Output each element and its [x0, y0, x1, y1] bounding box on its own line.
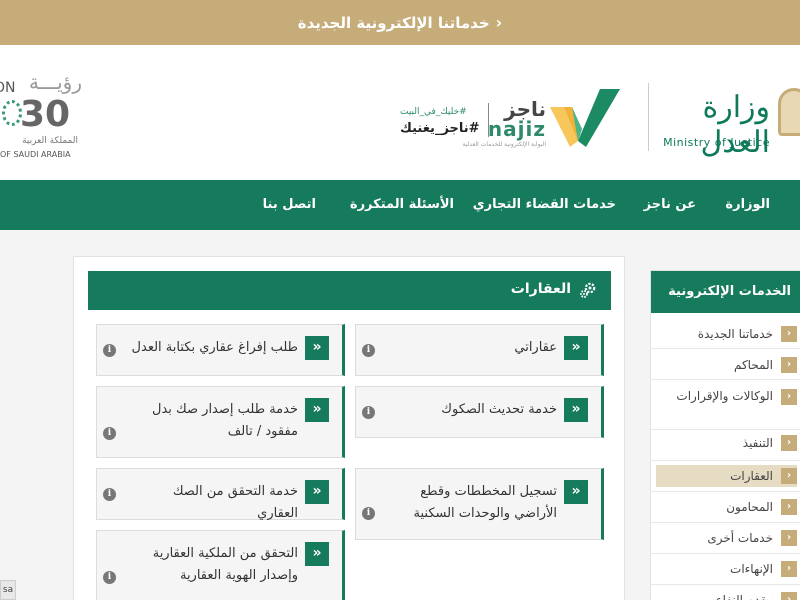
stay-home-tag: #خليك_في_البيت [400, 107, 467, 117]
sidebar-item-courts[interactable]: ‹ المحاكم [651, 349, 800, 380]
sidebar-item-defense[interactable]: ‹ مقدم النفاع [651, 585, 800, 600]
info-icon[interactable]: i [362, 406, 375, 419]
chevron-left-icon: ‹ [495, 13, 503, 32]
service-card-my-properties[interactable]: « عقاراتي i [355, 324, 604, 376]
service-card-property-transfer[interactable]: « طلب إفراغ عقاري بكتابة العدل i [96, 324, 345, 376]
sidebar-item-label: مقدم النفاع [715, 593, 773, 600]
e-services-sidebar: الخدمات الإلكترونية ‹ خدماتنا الجديدة ‹ … [650, 270, 800, 600]
service-card-label: عقاراتي [514, 340, 557, 355]
service-card-label: خدمة طلب إصدار صك بدل مفقود / تالف [152, 402, 298, 439]
nav-item-faq[interactable]: الأسئلة المتكررة [350, 180, 454, 230]
sidebar-item-label: الإنهاءات [730, 562, 773, 576]
site-header: وزارة العدل Ministry of Justice ناجز naj… [0, 45, 800, 180]
sidebar-item-agencies[interactable]: ‹ الوكالات والإقرارات [651, 380, 800, 430]
info-icon[interactable]: i [362, 507, 375, 520]
vision-emblem-icon [2, 100, 22, 126]
chevron-left-icon: ‹ [781, 468, 797, 484]
sidebar-item-label: المحاكم [733, 358, 773, 372]
vision-country-ar: المملكة العربية [22, 136, 78, 146]
info-icon[interactable]: i [103, 344, 116, 357]
real-estate-panel: العقارات « عقاراتي i « خدمة تحديث الصكوك… [73, 256, 625, 600]
double-chevron-icon: « [305, 542, 329, 566]
sidebar-item-real-estate[interactable]: ‹ العقارات [651, 461, 800, 492]
double-chevron-icon: « [564, 480, 588, 504]
service-card-label: تسجيل المخططات وقطع الأراضي والوحدات الس… [413, 484, 558, 521]
double-chevron-icon: « [305, 336, 329, 360]
panel-header: العقارات [88, 271, 611, 310]
logo-divider [648, 83, 649, 151]
panel-title: العقارات [510, 281, 571, 297]
info-icon[interactable]: i [103, 571, 116, 584]
sidebar-item-other-services[interactable]: ‹ خدمات أخرى [651, 523, 800, 554]
sidebar-item-execution[interactable]: ‹ التنفيذ [651, 430, 800, 461]
gears-icon [580, 282, 596, 298]
service-card-label: التحقق من الملكية العقارية وإصدار الهوية… [152, 546, 298, 583]
service-card-label: خدمة التحقق من الصك العقاري [172, 484, 298, 521]
moj-name-ar: وزارة العدل [700, 90, 771, 160]
service-card-label: خدمة تحديث الصكوك [441, 402, 557, 417]
nav-item-about-najiz[interactable]: عن ناجز [644, 180, 696, 230]
corner-badge[interactable]: sa [0, 580, 16, 600]
vision-word-en: ON [0, 80, 16, 96]
chevron-left-icon: ‹ [781, 326, 797, 342]
sidebar-item-lawyers[interactable]: ‹ المحامون [651, 492, 800, 523]
vision-word-ar: رؤيـــة [28, 70, 82, 94]
info-icon[interactable]: i [362, 344, 375, 357]
chevron-left-icon: ‹ [781, 499, 797, 515]
sidebar-item-label: العقارات [730, 469, 773, 483]
service-card-replacement-deed[interactable]: « خدمة طلب إصدار صك بدل مفقود / تالف i [96, 386, 345, 458]
najiz-subtitle: البوابة الإلكترونية للخدمات العدلية [462, 141, 546, 148]
service-card-verify-ownership[interactable]: « التحقق من الملكية العقارية وإصدار الهو… [96, 530, 345, 600]
double-chevron-icon: « [305, 480, 329, 504]
chevron-left-icon: ‹ [781, 389, 797, 405]
new-services-bar[interactable]: ‹ خدماتنا الإلكترونية الجديدة [0, 0, 800, 45]
vision-2030-logo[interactable]: رؤيـــة ON 30 المملكة العربية OF SAUDI A… [0, 70, 90, 160]
sidebar-item-label: خدماتنا الجديدة [697, 327, 773, 341]
chevron-left-icon: ‹ [781, 592, 797, 600]
service-card-label: طلب إفراغ عقاري بكتابة العدل [131, 340, 298, 355]
vision-year: 30 [20, 94, 71, 135]
double-chevron-icon: « [305, 398, 329, 422]
new-services-link[interactable]: خدماتنا الإلكترونية الجديدة [298, 14, 490, 32]
sidebar-item-label: المحامون [726, 500, 773, 514]
moj-name-en: Ministry of Justice [663, 136, 770, 149]
sidebar-item-label: خدمات أخرى [707, 531, 773, 545]
nav-item-commercial-court[interactable]: خدمات القضاء التجاري [473, 180, 616, 230]
sidebar-item-endorsements[interactable]: ‹ الإنهاءات [651, 554, 800, 585]
info-icon[interactable]: i [103, 488, 116, 501]
double-chevron-icon: « [564, 336, 588, 360]
service-card-register-plans[interactable]: « تسجيل المخططات وقطع الأراضي والوحدات ا… [355, 468, 604, 540]
najiz-check-icon [550, 89, 620, 147]
service-card-update-deeds[interactable]: « خدمة تحديث الصكوك i [355, 386, 604, 438]
najiz-name-en: najiz [487, 117, 546, 141]
nav-item-contact[interactable]: اتصل بنا [263, 180, 316, 230]
najiz-logo[interactable]: ناجز najiz البوابة الإلكترونية للخدمات ا… [400, 85, 620, 155]
najiz-divider [488, 103, 489, 137]
chevron-left-icon: ‹ [781, 435, 797, 451]
chevron-left-icon: ‹ [781, 357, 797, 373]
chevron-left-icon: ‹ [781, 561, 797, 577]
chevron-left-icon: ‹ [781, 530, 797, 546]
double-chevron-icon: « [564, 398, 588, 422]
moj-emblem-icon [778, 88, 800, 136]
najiz-tagline: #ناجز_يغنيك [400, 121, 480, 136]
sidebar-item-label: التنفيذ [742, 436, 773, 450]
service-card-verify-deed[interactable]: « خدمة التحقق من الصك العقاري i [96, 468, 345, 521]
sidebar-item-label: الوكالات والإقرارات [676, 389, 773, 403]
vision-country-en: OF SAUDI ARABIA [0, 150, 71, 159]
nav-item-ministry[interactable]: الوزارة [725, 180, 770, 230]
sidebar-title: الخدمات الإلكترونية [651, 271, 800, 313]
sidebar-item-new-services[interactable]: ‹ خدماتنا الجديدة [651, 318, 800, 349]
main-nav: الوزارة عن ناجز خدمات القضاء التجاري الأ… [0, 180, 800, 230]
info-icon[interactable]: i [103, 427, 116, 440]
ministry-of-justice-logo[interactable]: وزارة العدل Ministry of Justice [640, 80, 800, 160]
